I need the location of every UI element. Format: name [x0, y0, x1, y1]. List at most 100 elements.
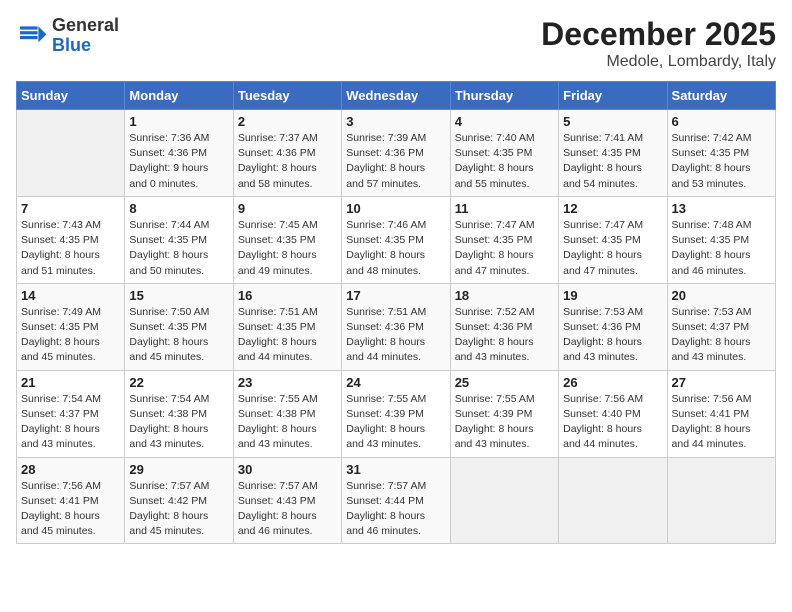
day-number: 21 — [21, 375, 120, 390]
calendar-cell: 23Sunrise: 7:55 AM Sunset: 4:38 PM Dayli… — [233, 370, 341, 457]
weekday-header-friday: Friday — [559, 82, 667, 110]
calendar-cell: 22 Sunrise: 7:54 AM Sunset: 4:38 PM Dayli… — [125, 370, 233, 457]
page-header: General Blue December 2025 Medole, Lomba… — [16, 16, 776, 71]
day-info: Sunrise: 7:51 AM Sunset: 4:35 PM Dayligh… — [238, 305, 337, 366]
calendar-cell: 14 Sunrise: 7:49 AM Sunset: 4:35 PM Dayli… — [17, 283, 125, 370]
day-number: 4 — [455, 114, 554, 129]
day-number: 25 — [455, 375, 554, 390]
day-number: 2 — [238, 114, 337, 129]
day-number: 16 — [238, 288, 337, 303]
calendar-week-2: 7 Sunrise: 7:43 AM Sunset: 4:35 PM Daylig… — [17, 196, 776, 283]
day-info: Sunrise: 7:56 AM Sunset: 4:41 PM Dayligh… — [672, 392, 771, 453]
day-info: Sunrise: 7:39 AM Sunset: 4:36 PM Dayligh… — [346, 131, 445, 192]
day-info: Sunrise: 7:52 AM Sunset: 4:36 PM Dayligh… — [455, 305, 554, 366]
calendar-body: 1Sunrise: 7:36 AM Sunset: 4:36 PM Daylig… — [17, 110, 776, 544]
weekday-header-tuesday: Tuesday — [233, 82, 341, 110]
day-number: 7 — [21, 201, 120, 216]
day-info: Sunrise: 7:53 AM Sunset: 4:37 PM Dayligh… — [672, 305, 771, 366]
weekday-header-saturday: Saturday — [667, 82, 775, 110]
calendar-cell: 29 Sunrise: 7:57 AM Sunset: 4:42 PM Dayli… — [125, 457, 233, 544]
day-number: 19 — [563, 288, 662, 303]
calendar-header: SundayMondayTuesdayWednesdayThursdayFrid… — [17, 82, 776, 110]
day-number: 12 — [563, 201, 662, 216]
calendar-cell: 26 Sunrise: 7:56 AM Sunset: 4:40 PM Dayli… — [559, 370, 667, 457]
day-number: 26 — [563, 375, 662, 390]
day-info: Sunrise: 7:55 AM Sunset: 4:39 PM Dayligh… — [455, 392, 554, 453]
calendar-cell: 30 Sunrise: 7:57 AM Sunset: 4:43 PM Dayli… — [233, 457, 341, 544]
day-info: Sunrise: 7:43 AM Sunset: 4:35 PM Dayligh… — [21, 218, 120, 279]
day-number: 18 — [455, 288, 554, 303]
calendar-week-1: 1Sunrise: 7:36 AM Sunset: 4:36 PM Daylig… — [17, 110, 776, 197]
day-info: Sunrise: 7:48 AM Sunset: 4:35 PM Dayligh… — [672, 218, 771, 279]
day-info: Sunrise: 7:47 AM Sunset: 4:35 PM Dayligh… — [455, 218, 554, 279]
day-number: 22 — [129, 375, 228, 390]
calendar-cell: 7 Sunrise: 7:43 AM Sunset: 4:35 PM Daylig… — [17, 196, 125, 283]
calendar-cell: 3 Sunrise: 7:39 AM Sunset: 4:36 PM Daylig… — [342, 110, 450, 197]
day-number: 20 — [672, 288, 771, 303]
day-info: Sunrise: 7:55 AM Sunset: 4:39 PM Dayligh… — [346, 392, 445, 453]
calendar-week-4: 21Sunrise: 7:54 AM Sunset: 4:37 PM Dayli… — [17, 370, 776, 457]
day-number: 10 — [346, 201, 445, 216]
day-number: 31 — [346, 462, 445, 477]
logo: General Blue — [16, 16, 119, 56]
day-number: 23 — [238, 375, 337, 390]
calendar-cell: 4 Sunrise: 7:40 AM Sunset: 4:35 PM Daylig… — [450, 110, 558, 197]
calendar-cell: 13 Sunrise: 7:48 AM Sunset: 4:35 PM Dayli… — [667, 196, 775, 283]
logo-icon — [16, 20, 48, 52]
day-number: 11 — [455, 201, 554, 216]
day-info: Sunrise: 7:50 AM Sunset: 4:35 PM Dayligh… — [129, 305, 228, 366]
logo-blue-text: Blue — [52, 36, 119, 56]
day-number: 6 — [672, 114, 771, 129]
calendar-cell: 11 Sunrise: 7:47 AM Sunset: 4:35 PM Dayli… — [450, 196, 558, 283]
calendar-cell: 15 Sunrise: 7:50 AM Sunset: 4:35 PM Dayli… — [125, 283, 233, 370]
day-info: Sunrise: 7:56 AM Sunset: 4:41 PM Dayligh… — [21, 479, 120, 540]
day-number: 13 — [672, 201, 771, 216]
day-info: Sunrise: 7:46 AM Sunset: 4:35 PM Dayligh… — [346, 218, 445, 279]
weekday-header-row: SundayMondayTuesdayWednesdayThursdayFrid… — [17, 82, 776, 110]
day-number: 29 — [129, 462, 228, 477]
day-number: 9 — [238, 201, 337, 216]
day-info: Sunrise: 7:45 AM Sunset: 4:35 PM Dayligh… — [238, 218, 337, 279]
day-info: Sunrise: 7:51 AM Sunset: 4:36 PM Dayligh… — [346, 305, 445, 366]
logo-general-text: General — [52, 16, 119, 36]
day-number: 1 — [129, 114, 228, 129]
day-info: Sunrise: 7:42 AM Sunset: 4:35 PM Dayligh… — [672, 131, 771, 192]
calendar-cell: 12Sunrise: 7:47 AM Sunset: 4:35 PM Dayli… — [559, 196, 667, 283]
calendar-cell: 6 Sunrise: 7:42 AM Sunset: 4:35 PM Daylig… — [667, 110, 775, 197]
calendar-subtitle: Medole, Lombardy, Italy — [541, 53, 776, 71]
calendar-cell: 24 Sunrise: 7:55 AM Sunset: 4:39 PM Dayli… — [342, 370, 450, 457]
day-number: 3 — [346, 114, 445, 129]
calendar-cell: 17 Sunrise: 7:51 AM Sunset: 4:36 PM Dayli… — [342, 283, 450, 370]
day-number: 30 — [238, 462, 337, 477]
calendar-cell — [667, 457, 775, 544]
day-info: Sunrise: 7:57 AM Sunset: 4:43 PM Dayligh… — [238, 479, 337, 540]
calendar-cell: 27Sunrise: 7:56 AM Sunset: 4:41 PM Dayli… — [667, 370, 775, 457]
day-info: Sunrise: 7:57 AM Sunset: 4:44 PM Dayligh… — [346, 479, 445, 540]
calendar-cell: 1Sunrise: 7:36 AM Sunset: 4:36 PM Daylig… — [125, 110, 233, 197]
calendar-cell: 10 Sunrise: 7:46 AM Sunset: 4:35 PM Dayli… — [342, 196, 450, 283]
calendar-cell: 25 Sunrise: 7:55 AM Sunset: 4:39 PM Dayli… — [450, 370, 558, 457]
calendar-cell: 2 Sunrise: 7:37 AM Sunset: 4:36 PM Daylig… — [233, 110, 341, 197]
day-number: 17 — [346, 288, 445, 303]
day-number: 15 — [129, 288, 228, 303]
day-number: 24 — [346, 375, 445, 390]
day-info: Sunrise: 7:54 AM Sunset: 4:38 PM Dayligh… — [129, 392, 228, 453]
day-info: Sunrise: 7:40 AM Sunset: 4:35 PM Dayligh… — [455, 131, 554, 192]
calendar-cell — [17, 110, 125, 197]
day-number: 28 — [21, 462, 120, 477]
day-info: Sunrise: 7:56 AM Sunset: 4:40 PM Dayligh… — [563, 392, 662, 453]
weekday-header-sunday: Sunday — [17, 82, 125, 110]
calendar-table: SundayMondayTuesdayWednesdayThursdayFrid… — [16, 81, 776, 544]
calendar-cell — [559, 457, 667, 544]
calendar-cell: 9 Sunrise: 7:45 AM Sunset: 4:35 PM Daylig… — [233, 196, 341, 283]
calendar-cell: 19Sunrise: 7:53 AM Sunset: 4:36 PM Dayli… — [559, 283, 667, 370]
calendar-cell: 31 Sunrise: 7:57 AM Sunset: 4:44 PM Dayli… — [342, 457, 450, 544]
day-info: Sunrise: 7:41 AM Sunset: 4:35 PM Dayligh… — [563, 131, 662, 192]
day-info: Sunrise: 7:37 AM Sunset: 4:36 PM Dayligh… — [238, 131, 337, 192]
day-info: Sunrise: 7:57 AM Sunset: 4:42 PM Dayligh… — [129, 479, 228, 540]
day-number: 8 — [129, 201, 228, 216]
calendar-title: December 2025 — [541, 16, 776, 53]
calendar-cell — [450, 457, 558, 544]
day-info: Sunrise: 7:49 AM Sunset: 4:35 PM Dayligh… — [21, 305, 120, 366]
day-number: 14 — [21, 288, 120, 303]
